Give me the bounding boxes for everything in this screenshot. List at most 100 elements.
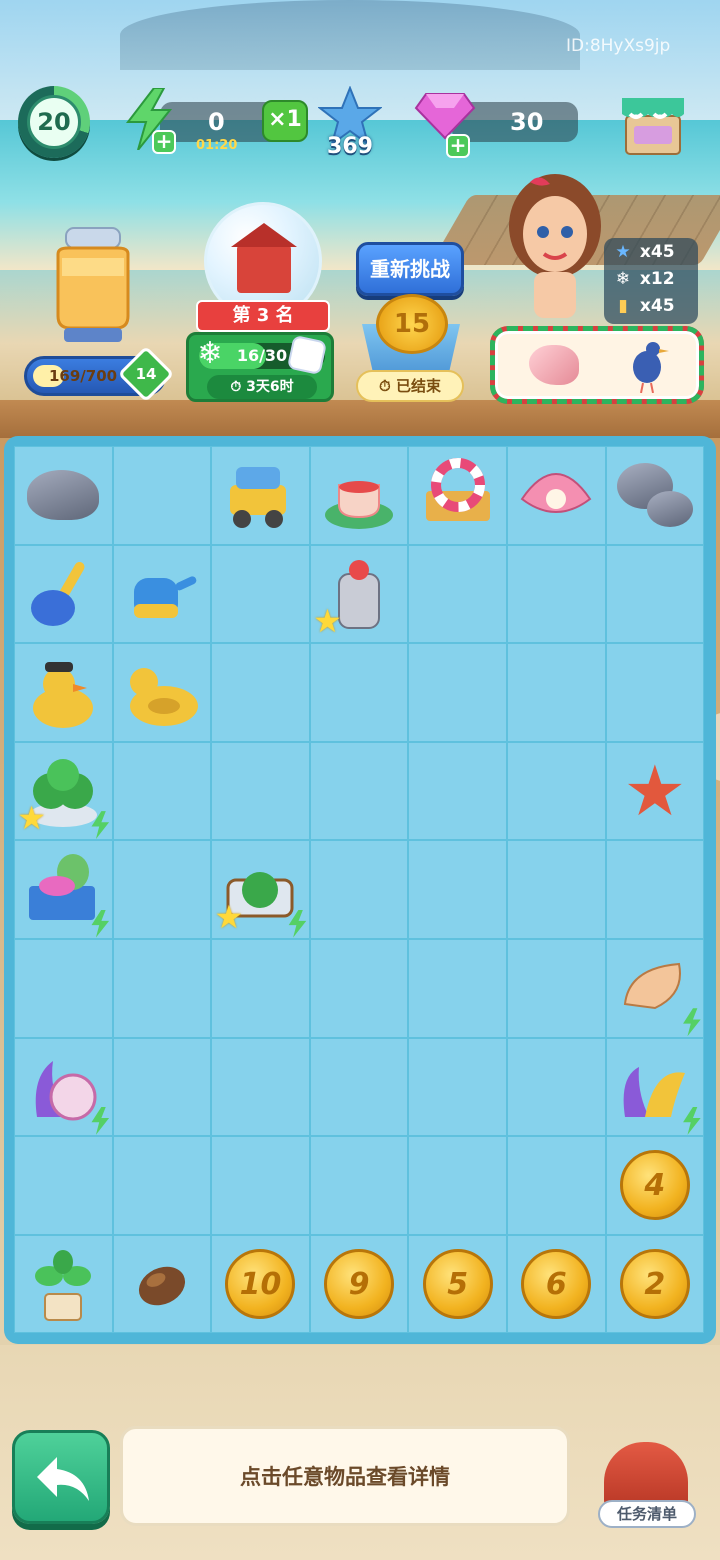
coin-icon[interactable]: 6	[516, 1244, 596, 1324]
board-cell[interactable]: ★	[14, 741, 113, 841]
board-cell[interactable]	[506, 741, 606, 841]
board-cell[interactable]	[309, 741, 409, 841]
board-cell[interactable]	[14, 938, 113, 1038]
board-cell[interactable]	[14, 544, 113, 644]
board-cell[interactable]	[605, 544, 705, 644]
board-cell[interactable]	[309, 643, 409, 742]
board-cell[interactable]	[14, 1234, 113, 1334]
board-cell[interactable]	[506, 1136, 606, 1235]
board-cell[interactable]	[605, 1037, 705, 1137]
board-cell[interactable]: 5	[408, 1234, 507, 1334]
board-cell[interactable]: 2	[605, 1234, 705, 1334]
board-cell[interactable]	[309, 446, 409, 545]
board-cell[interactable]	[605, 643, 705, 742]
board-cell[interactable]	[408, 840, 507, 939]
board-cell[interactable]	[506, 1037, 606, 1137]
potted-plant-icon[interactable]	[23, 1244, 103, 1324]
board-cell[interactable]	[112, 741, 212, 841]
coral-icon[interactable]	[615, 1047, 701, 1135]
duck-float-icon[interactable]	[122, 652, 202, 732]
watering-can-icon[interactable]	[122, 554, 202, 634]
board-cell[interactable]	[309, 840, 409, 939]
board-cell[interactable]	[408, 1037, 507, 1137]
board-cell[interactable]	[309, 1136, 409, 1235]
board-cell[interactable]	[211, 741, 310, 841]
energy-multiplier-button[interactable]: ×1	[262, 100, 308, 142]
shop-icon[interactable]	[620, 86, 686, 158]
coin-icon[interactable]: 2	[615, 1244, 695, 1324]
board-cell[interactable]	[112, 643, 212, 742]
board-cell[interactable]: 10	[211, 1234, 310, 1334]
board-cell[interactable]	[408, 446, 507, 545]
watermelon-cart-icon[interactable]: ★	[214, 850, 307, 938]
rocks-icon[interactable]	[615, 455, 695, 535]
board-cell[interactable]	[211, 643, 310, 742]
shovel-icon[interactable]	[23, 554, 103, 634]
collection-card[interactable]	[490, 326, 704, 404]
back-button[interactable]	[12, 1430, 110, 1524]
cactus-pot-icon[interactable]: ★	[17, 751, 110, 840]
board-cell[interactable]	[605, 840, 705, 939]
board-cell[interactable]: 4	[605, 1136, 705, 1235]
board-cell[interactable]	[211, 1136, 310, 1235]
retry-button[interactable]: 重新挑战	[356, 242, 464, 296]
juicer-icon[interactable]: ★	[313, 554, 399, 640]
board-cell[interactable]: ★	[309, 544, 409, 644]
board-cell[interactable]	[112, 1234, 212, 1334]
coral-shell-icon[interactable]	[23, 1047, 110, 1135]
board-cell[interactable]	[112, 446, 212, 545]
add-energy-button[interactable]: +	[152, 130, 176, 154]
board-cell[interactable]	[506, 938, 606, 1038]
board-cell[interactable]: ★	[605, 741, 705, 841]
task-list-button[interactable]: 任务清单	[590, 1432, 704, 1532]
life-ring-cart-icon[interactable]	[418, 455, 498, 535]
board-cell[interactable]	[211, 446, 310, 545]
rock-icon[interactable]	[23, 455, 103, 535]
starfish-icon[interactable]: ★	[615, 751, 695, 831]
surf-basket-icon[interactable]	[23, 850, 110, 938]
board-cell[interactable]	[14, 840, 113, 939]
board-cell[interactable]	[112, 938, 212, 1038]
board-cell[interactable]	[506, 840, 606, 939]
board-cell[interactable]	[408, 544, 507, 644]
board-cell[interactable]	[605, 938, 705, 1038]
board-cell[interactable]	[211, 544, 310, 644]
board-cell[interactable]	[112, 1136, 212, 1235]
board-cell[interactable]	[14, 446, 113, 545]
board-cell[interactable]	[14, 1136, 113, 1235]
board-cell[interactable]	[112, 544, 212, 644]
board-cell[interactable]	[506, 643, 606, 742]
board-cell[interactable]	[408, 1136, 507, 1235]
board-cell[interactable]	[211, 938, 310, 1038]
add-gems-button[interactable]: +	[446, 134, 470, 158]
character-avatar[interactable]	[500, 168, 610, 318]
coin-icon[interactable]: 9	[319, 1244, 399, 1324]
board-cell[interactable]	[211, 1037, 310, 1137]
level-badge[interactable]: 20	[18, 86, 90, 158]
sand-truck-icon[interactable]	[220, 455, 300, 535]
board-cell[interactable]	[506, 446, 606, 545]
board-cell[interactable]: 9	[309, 1234, 409, 1334]
board-cell[interactable]	[408, 643, 507, 742]
coin-icon[interactable]: 5	[418, 1244, 498, 1324]
board-cell[interactable]	[309, 938, 409, 1038]
conch-shell-icon[interactable]	[615, 948, 701, 1037]
board-cell[interactable]	[408, 938, 507, 1038]
coin-icon[interactable]: 4	[615, 1145, 695, 1225]
board-cell[interactable]	[605, 446, 705, 545]
seed-icon[interactable]	[122, 1244, 202, 1324]
board-cell[interactable]	[112, 840, 212, 939]
board-cell[interactable]: 6	[506, 1234, 606, 1334]
tea-icon[interactable]	[319, 455, 399, 535]
board-cell[interactable]	[112, 1037, 212, 1137]
board-cell[interactable]	[506, 544, 606, 644]
rubber-duck-hat-icon[interactable]	[23, 652, 103, 732]
board-cell[interactable]	[14, 1037, 113, 1137]
coin-icon[interactable]: 10	[220, 1244, 300, 1324]
honey-jar-icon[interactable]	[46, 224, 140, 344]
pearl-shell-icon[interactable]	[516, 455, 596, 535]
board-cell[interactable]: ★	[211, 840, 310, 939]
board-cell[interactable]	[309, 1037, 409, 1137]
board-cell[interactable]	[14, 643, 113, 742]
board-cell[interactable]	[408, 741, 507, 841]
